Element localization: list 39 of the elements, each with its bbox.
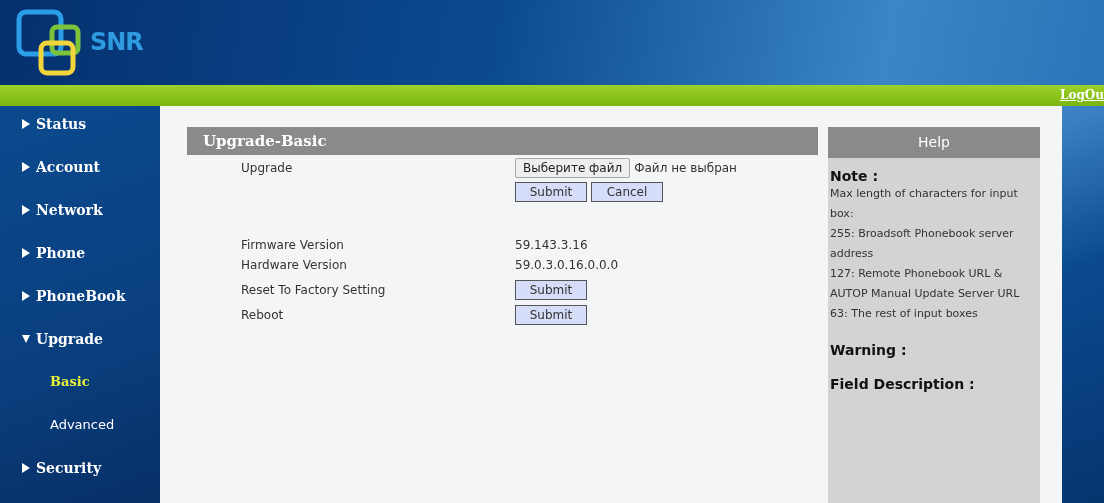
sidebar-subitem[interactable]: Advanced [0,417,160,460]
collapsed-arrow-icon [22,205,30,215]
field-label: Firmware Version [240,237,345,254]
field-label: Reset To Factory Setting [240,282,387,299]
field-value: 59.143.3.16 [515,237,589,254]
sidebar-item[interactable]: Account [0,159,160,202]
choose-file-button[interactable]: Выберите файл [515,158,631,178]
submit-button[interactable]: Submit [515,280,587,300]
note-text: 127: Remote Phonebook URL & AUTOP Manual Update Server URL [830,266,1021,302]
collapsed-arrow-icon [22,162,30,172]
submit-button[interactable]: Submit [515,305,587,325]
sidebar-item[interactable]: Phone [0,245,160,288]
logo-text: SNR [90,28,143,57]
collapsed-arrow-icon [22,291,30,301]
form-button[interactable]: Submit [515,182,587,202]
sidebar-item[interactable]: Security [0,460,160,503]
expanded-arrow-icon [22,334,30,344]
sidebar-item[interactable]: Network [0,202,160,245]
note-text: Max length of characters for input box: [830,186,1019,222]
sidebar-subitem[interactable]: Basic [0,374,160,417]
sidebar-item[interactable]: Status [0,116,160,159]
field-label: Upgrade [240,160,294,177]
file-status: Файл не выбран [634,160,737,177]
field-description-heading: Field Description : [830,376,976,392]
collapsed-arrow-icon [22,463,30,473]
collapsed-arrow-icon [22,119,30,129]
section-title: Upgrade-Basic [187,127,818,155]
sidebar-item[interactable]: Upgrade [0,331,160,374]
note-text: 255: Broadsoft Phonebook server address [830,226,1015,262]
field-label: Reboot [240,307,285,324]
help-title: Help [828,127,1040,158]
field-value: 59.0.3.0.16.0.0.0 [515,257,620,274]
warning-heading: Warning : [830,342,908,358]
note-text: 63: The rest of input boxes [830,306,979,322]
form-button[interactable]: Cancel [591,182,663,202]
sidebar-item[interactable]: PhoneBook [0,288,160,331]
collapsed-arrow-icon [22,248,30,258]
field-label: Hardware Version [240,257,348,274]
note-heading: Note : [830,168,879,184]
